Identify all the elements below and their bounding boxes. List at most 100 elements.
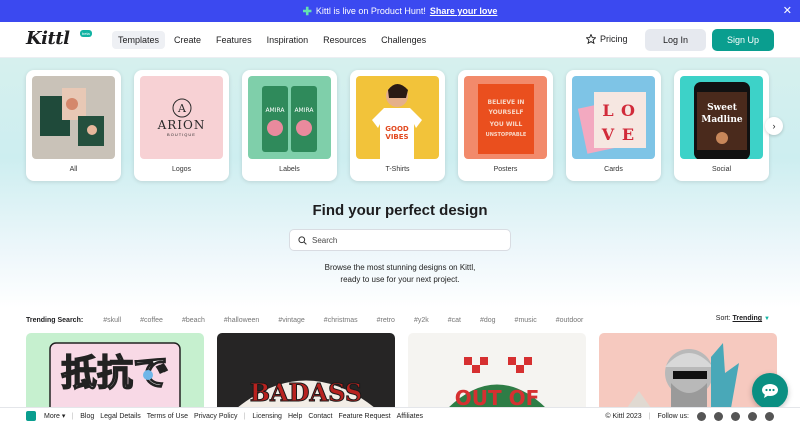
svg-text:抵抗で: 抵抗で bbox=[61, 352, 169, 394]
trending-bar: Trending Search: #skull #coffee #beach #… bbox=[26, 314, 774, 326]
signup-button[interactable]: Sign Up bbox=[712, 29, 774, 51]
hero-subtitle-line2: ready to use for your next project. bbox=[340, 275, 460, 284]
sort-label: Sort: bbox=[715, 315, 731, 322]
footer-link[interactable]: Feature Request bbox=[338, 413, 390, 420]
nav-features[interactable]: Features bbox=[210, 31, 258, 49]
close-icon[interactable]: ✕ bbox=[783, 4, 792, 17]
chat-button[interactable] bbox=[752, 373, 788, 409]
instagram-icon[interactable] bbox=[714, 412, 723, 421]
category-label: Labels bbox=[279, 166, 300, 173]
footer-separator: | bbox=[71, 412, 74, 420]
svg-text:YOU WILL: YOU WILL bbox=[489, 121, 523, 128]
svg-text:YOURSELF: YOURSELF bbox=[487, 109, 523, 116]
template-card[interactable]: OUT OF bbox=[408, 333, 586, 408]
pricing-link[interactable]: Pricing bbox=[586, 34, 628, 44]
svg-text:BELIEVE IN: BELIEVE IN bbox=[488, 99, 525, 106]
trending-tag[interactable]: #outdoor bbox=[556, 317, 584, 324]
pinterest-icon[interactable] bbox=[748, 412, 757, 421]
kittl-mark-icon: ✚ bbox=[302, 5, 312, 18]
template-card[interactable] bbox=[599, 333, 777, 408]
star-icon bbox=[586, 34, 596, 44]
announcement-link[interactable]: Share your love bbox=[430, 6, 498, 16]
search-input[interactable] bbox=[312, 235, 502, 245]
trending-tag[interactable]: #christmas bbox=[324, 317, 358, 324]
category-social[interactable]: Sweet Madline Social bbox=[674, 70, 769, 181]
trending-tag[interactable]: #vintage bbox=[278, 317, 304, 324]
login-button[interactable]: Log In bbox=[645, 29, 706, 51]
nav-templates[interactable]: Templates bbox=[112, 31, 166, 49]
beta-badge: beta bbox=[80, 30, 92, 37]
trending-tag[interactable]: #coffee bbox=[140, 317, 163, 324]
category-posters-thumb: BELIEVE IN YOURSELF YOU WILL UNSTOPPABLE bbox=[464, 76, 547, 159]
footer-link[interactable]: Help bbox=[288, 413, 302, 420]
footer-link[interactable]: Legal Details bbox=[100, 413, 140, 420]
category-labels[interactable]: AMIRA AMIRA Labels bbox=[242, 70, 337, 181]
trending-tag[interactable]: #dog bbox=[480, 317, 496, 324]
carousel-next-button[interactable]: › bbox=[765, 117, 783, 135]
kittl-mark-icon bbox=[26, 411, 36, 421]
svg-text:AMIRA: AMIRA bbox=[265, 107, 285, 114]
category-logos[interactable]: A ARION BOUTIQUE Logos bbox=[134, 70, 229, 181]
pricing-label: Pricing bbox=[600, 34, 628, 44]
footer-link[interactable]: Terms of Use bbox=[147, 413, 188, 420]
svg-text:O: O bbox=[621, 101, 635, 120]
template-card[interactable]: BADASS bbox=[217, 333, 395, 408]
sort-control[interactable]: Sort: Trending ▼ bbox=[716, 315, 770, 322]
footer-separator: | bbox=[243, 412, 246, 420]
announcement-bar: ✚ Kittl is live on Product Hunt! Share y… bbox=[0, 0, 800, 22]
category-labels-thumb: AMIRA AMIRA bbox=[248, 76, 331, 159]
youtube-icon[interactable] bbox=[765, 412, 774, 421]
trending-tag[interactable]: #retro bbox=[377, 317, 395, 324]
thumb-text: ARION bbox=[157, 118, 206, 132]
main-nav: Templates Create Features Inspiration Re… bbox=[112, 31, 432, 49]
svg-text:UNSTOPPABLE: UNSTOPPABLE bbox=[486, 132, 527, 138]
category-carousel: All A ARION BOUTIQUE Logos AMIRA AMIRA L… bbox=[26, 70, 769, 181]
category-label: Posters bbox=[493, 166, 518, 173]
footer-more[interactable]: More ▾ bbox=[44, 412, 65, 420]
category-all-thumb bbox=[32, 76, 115, 159]
category-tshirts[interactable]: GOOD VIBES T-Shirts bbox=[350, 70, 445, 181]
trending-tag[interactable]: #y2k bbox=[414, 317, 429, 324]
category-label: Social bbox=[711, 166, 732, 173]
chevron-right-icon: › bbox=[772, 121, 776, 131]
svg-text:AMIRA: AMIRA bbox=[294, 107, 314, 114]
category-cards[interactable]: L O V E Cards bbox=[566, 70, 661, 181]
category-all[interactable]: All bbox=[26, 70, 121, 181]
svg-text:Madline: Madline bbox=[701, 115, 742, 125]
hero-title: Find your perfect design bbox=[312, 202, 488, 219]
caret-down-icon: ▼ bbox=[764, 316, 770, 322]
search-box[interactable] bbox=[289, 229, 511, 251]
brand-logo[interactable]: Kittl bbox=[26, 28, 70, 49]
announcement-text: Kittl is live on Product Hunt! bbox=[315, 6, 426, 16]
nav-inspiration[interactable]: Inspiration bbox=[261, 31, 315, 49]
footer-more-label: More bbox=[44, 413, 60, 420]
category-posters[interactable]: BELIEVE IN YOURSELF YOU WILL UNSTOPPABLE… bbox=[458, 70, 553, 181]
template-grid: 抵抗で BADASS OUT OF bbox=[26, 333, 777, 408]
footer-link[interactable]: Licensing bbox=[252, 413, 282, 420]
facebook-icon[interactable] bbox=[697, 412, 706, 421]
trending-label: Trending Search: bbox=[26, 316, 84, 324]
top-header: Kittl beta Templates Create Features Ins… bbox=[0, 22, 800, 58]
footer-link[interactable]: Blog bbox=[80, 413, 94, 420]
hero-subtitle: Browse the most stunning designs on Kitt… bbox=[0, 262, 800, 286]
nav-resources[interactable]: Resources bbox=[317, 31, 372, 49]
footer-right: © Kittl 2023 | Follow us: bbox=[605, 412, 774, 421]
footer-bar: More ▾ | Blog Legal Details Terms of Use… bbox=[0, 407, 800, 424]
nav-challenges[interactable]: Challenges bbox=[375, 31, 432, 49]
template-card[interactable]: 抵抗で bbox=[26, 333, 204, 408]
dribbble-icon[interactable] bbox=[731, 412, 740, 421]
trending-tag[interactable]: #music bbox=[515, 317, 537, 324]
category-label: Cards bbox=[604, 166, 623, 173]
category-cards-thumb: L O V E bbox=[572, 76, 655, 159]
trending-tag[interactable]: #skull bbox=[103, 317, 121, 324]
trending-tag[interactable]: #beach bbox=[182, 317, 205, 324]
trending-tag[interactable]: #halloween bbox=[224, 317, 259, 324]
footer-link[interactable]: Affiliates bbox=[397, 413, 423, 420]
trending-tag[interactable]: #cat bbox=[448, 317, 461, 324]
footer-link[interactable]: Contact bbox=[308, 413, 332, 420]
copyright: © Kittl 2023 bbox=[605, 413, 642, 420]
sort-value: Trending bbox=[732, 315, 763, 322]
footer-link[interactable]: Privacy Policy bbox=[194, 413, 238, 420]
svg-text:A: A bbox=[177, 102, 187, 115]
nav-create[interactable]: Create bbox=[168, 31, 207, 49]
